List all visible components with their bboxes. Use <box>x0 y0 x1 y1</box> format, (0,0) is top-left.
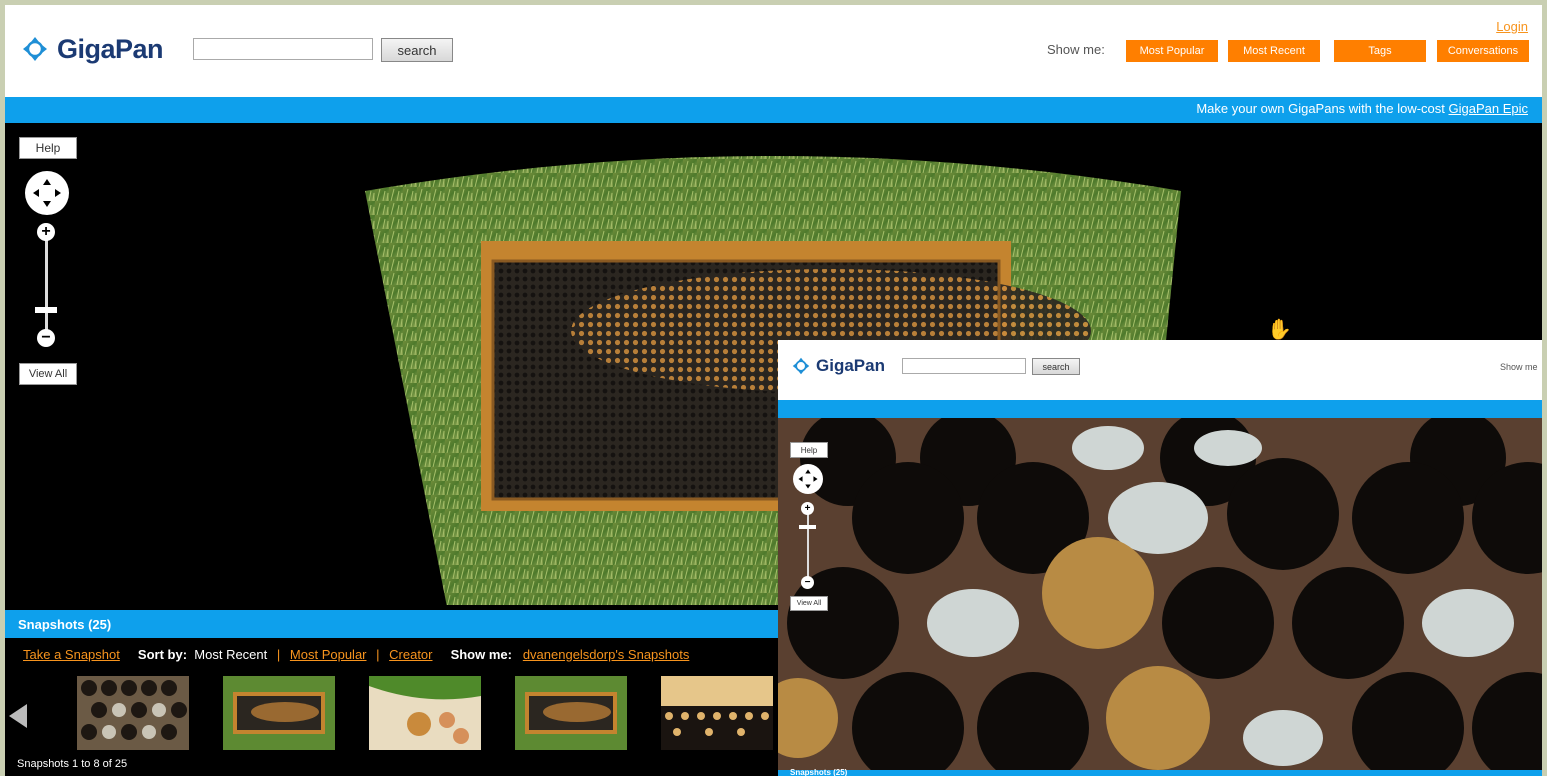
take-snapshot-link[interactable]: Take a Snapshot <box>23 647 120 662</box>
honeycomb-closeup-image <box>778 418 1542 770</box>
zoomed-inset-screenshot: GigaPan search Show me Help + − View All… <box>778 340 1542 776</box>
zoom-slider-handle[interactable] <box>35 307 57 313</box>
promo-bar: Make your own GigaPans with the low-cost… <box>5 97 1542 123</box>
pan-control-icon[interactable] <box>25 171 69 215</box>
snapshot-thumbnail[interactable] <box>223 676 335 750</box>
inset-pan-arrows-icon <box>798 469 818 489</box>
gigapan-logo-icon <box>23 37 47 61</box>
snapshot-count: Snapshots 1 to 8 of 25 <box>17 758 128 770</box>
promo-text: Make your own GigaPans with the low-cost… <box>1196 101 1528 116</box>
inset-promo-bar <box>778 400 1542 418</box>
inset-snapshots-bar: Snapshots (25) <box>778 768 1542 776</box>
inset-search-button[interactable]: search <box>1032 358 1080 375</box>
inset-header: GigaPan search Show me <box>778 340 1542 392</box>
search-button[interactable]: search <box>381 38 453 62</box>
inset-snapshots-title: Snapshots (25) <box>790 768 848 776</box>
snapshot-thumbnail[interactable] <box>515 676 627 750</box>
conversations-button[interactable]: Conversations <box>1437 40 1529 62</box>
hand-cursor-icon: ✋ <box>1267 319 1292 341</box>
login-link[interactable]: Login <box>1496 19 1528 34</box>
snapshots-show-me-label: Show me: <box>450 647 512 662</box>
show-me-label: Show me: <box>1047 42 1105 57</box>
inset-show-me-label: Show me <box>1500 362 1538 372</box>
inset-logo-icon <box>792 357 810 375</box>
sort-most-popular-link[interactable]: Most Popular <box>290 647 367 662</box>
zoom-out-icon[interactable]: − <box>37 329 55 347</box>
inset-zoom-slider-track[interactable] <box>807 510 809 582</box>
snapshots-title: Snapshots (25) <box>18 617 112 632</box>
gigapan-logo[interactable]: GigaPan <box>19 33 164 65</box>
most-recent-button[interactable]: Most Recent <box>1228 40 1320 62</box>
tags-button[interactable]: Tags <box>1334 40 1426 62</box>
browser-frame: GigaPan search Login Show me: Most Popul… <box>5 5 1542 776</box>
inset-honeycomb-viewer[interactable]: Help + − View All <box>778 418 1542 770</box>
user-snapshots-link[interactable]: dvanengelsdorp's Snapshots <box>523 647 690 662</box>
site-header: GigaPan search Login Show me: Most Popul… <box>5 5 1542 93</box>
separator: | <box>276 647 281 662</box>
zoom-slider-track[interactable] <box>45 233 48 343</box>
snapshot-thumbnail[interactable] <box>369 676 481 750</box>
previous-arrow-icon[interactable] <box>9 704 27 728</box>
most-popular-button[interactable]: Most Popular <box>1126 40 1218 62</box>
inset-logo-text: GigaPan <box>816 356 885 375</box>
view-all-button[interactable]: View All <box>19 363 77 385</box>
sort-by-label: Sort by: <box>137 647 188 662</box>
separator: | <box>376 647 380 662</box>
snapshot-thumbnail[interactable] <box>77 676 189 750</box>
snapshot-thumbnail[interactable] <box>661 676 773 750</box>
sort-creator-link[interactable]: Creator <box>389 647 432 662</box>
snapshot-controls: Take a Snapshot Sort by: Most Recent | M… <box>23 647 689 662</box>
inset-gigapan-logo[interactable]: GigaPan <box>790 355 885 377</box>
logo-text: GigaPan <box>57 33 164 64</box>
inset-pan-control-icon[interactable] <box>793 464 823 494</box>
zoom-in-icon[interactable]: + <box>37 223 55 241</box>
inset-help-button[interactable]: Help <box>790 442 828 458</box>
inset-search-input[interactable] <box>902 358 1026 374</box>
sort-most-recent: Most Recent <box>194 647 268 662</box>
inset-view-all-button[interactable]: View All <box>790 596 828 611</box>
promo-message: Make your own GigaPans with the low-cost <box>1196 101 1449 116</box>
inset-zoom-in-icon[interactable]: + <box>801 502 814 515</box>
pan-arrows-icon <box>33 179 61 207</box>
help-button[interactable]: Help <box>19 137 77 159</box>
inset-zoom-slider-handle[interactable] <box>799 525 816 529</box>
search-input[interactable] <box>193 38 373 60</box>
inset-zoom-out-icon[interactable]: − <box>801 576 814 589</box>
gigapan-epic-link[interactable]: GigaPan Epic <box>1449 101 1529 116</box>
